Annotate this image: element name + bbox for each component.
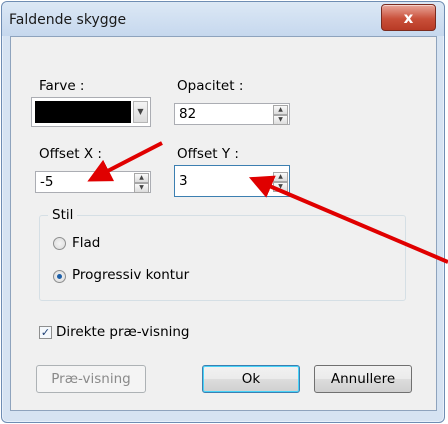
style-group-legend: Stil [48, 207, 78, 223]
radio-flat[interactable] [53, 237, 66, 250]
color-swatch [35, 101, 131, 123]
title-bar[interactable]: Faldende skygge x [2, 2, 444, 36]
spin-down-icon[interactable]: ▼ [273, 182, 288, 192]
opacity-input[interactable]: 82 ▲ ▼ [174, 103, 290, 125]
cancel-button-label: Annullere [330, 371, 396, 387]
offset-y-input[interactable]: 3 ▲ ▼ [174, 165, 290, 197]
offset-x-input[interactable]: -5 ▲ ▼ [35, 171, 151, 193]
style-group [39, 215, 406, 301]
close-icon: x [403, 8, 414, 27]
spin-up-icon[interactable]: ▲ [273, 105, 288, 115]
close-button[interactable]: x [381, 4, 436, 31]
color-label: Farve : [39, 78, 85, 94]
offset-x-label: Offset X : [39, 146, 102, 162]
color-dropdown[interactable]: ▼ [31, 97, 151, 127]
preview-button-label: Præ-visning [51, 371, 131, 387]
offset-x-spinner[interactable]: ▲ ▼ [134, 173, 149, 193]
offset-x-value: -5 [40, 174, 54, 190]
offset-y-label: Offset Y : [177, 146, 239, 162]
dialog-title: Faldende skygge [9, 12, 127, 28]
radio-flat-label[interactable]: Flad [72, 235, 100, 251]
radio-progressive-outline-label[interactable]: Progressiv kontur [72, 267, 189, 283]
opacity-spinner[interactable]: ▲ ▼ [273, 105, 288, 125]
ok-button[interactable]: Ok [202, 365, 300, 393]
live-preview-label[interactable]: Direkte præ-visning [56, 324, 190, 340]
cancel-button[interactable]: Annullere [314, 365, 412, 393]
spin-down-icon[interactable]: ▼ [273, 115, 288, 125]
offset-y-spinner[interactable]: ▲ ▼ [273, 172, 288, 192]
chevron-down-icon[interactable]: ▼ [133, 101, 148, 123]
radio-progressive-outline[interactable] [53, 270, 66, 283]
spin-up-icon[interactable]: ▲ [273, 172, 288, 182]
opacity-value: 82 [179, 106, 197, 122]
opacity-label: Opacitet : [177, 78, 244, 94]
spin-up-icon[interactable]: ▲ [134, 173, 149, 183]
offset-y-value: 3 [179, 173, 188, 189]
ok-button-label: Ok [241, 371, 261, 387]
preview-button[interactable]: Præ-visning [36, 365, 146, 393]
live-preview-checkbox[interactable]: ✓ [39, 326, 52, 339]
spin-down-icon[interactable]: ▼ [134, 183, 149, 193]
